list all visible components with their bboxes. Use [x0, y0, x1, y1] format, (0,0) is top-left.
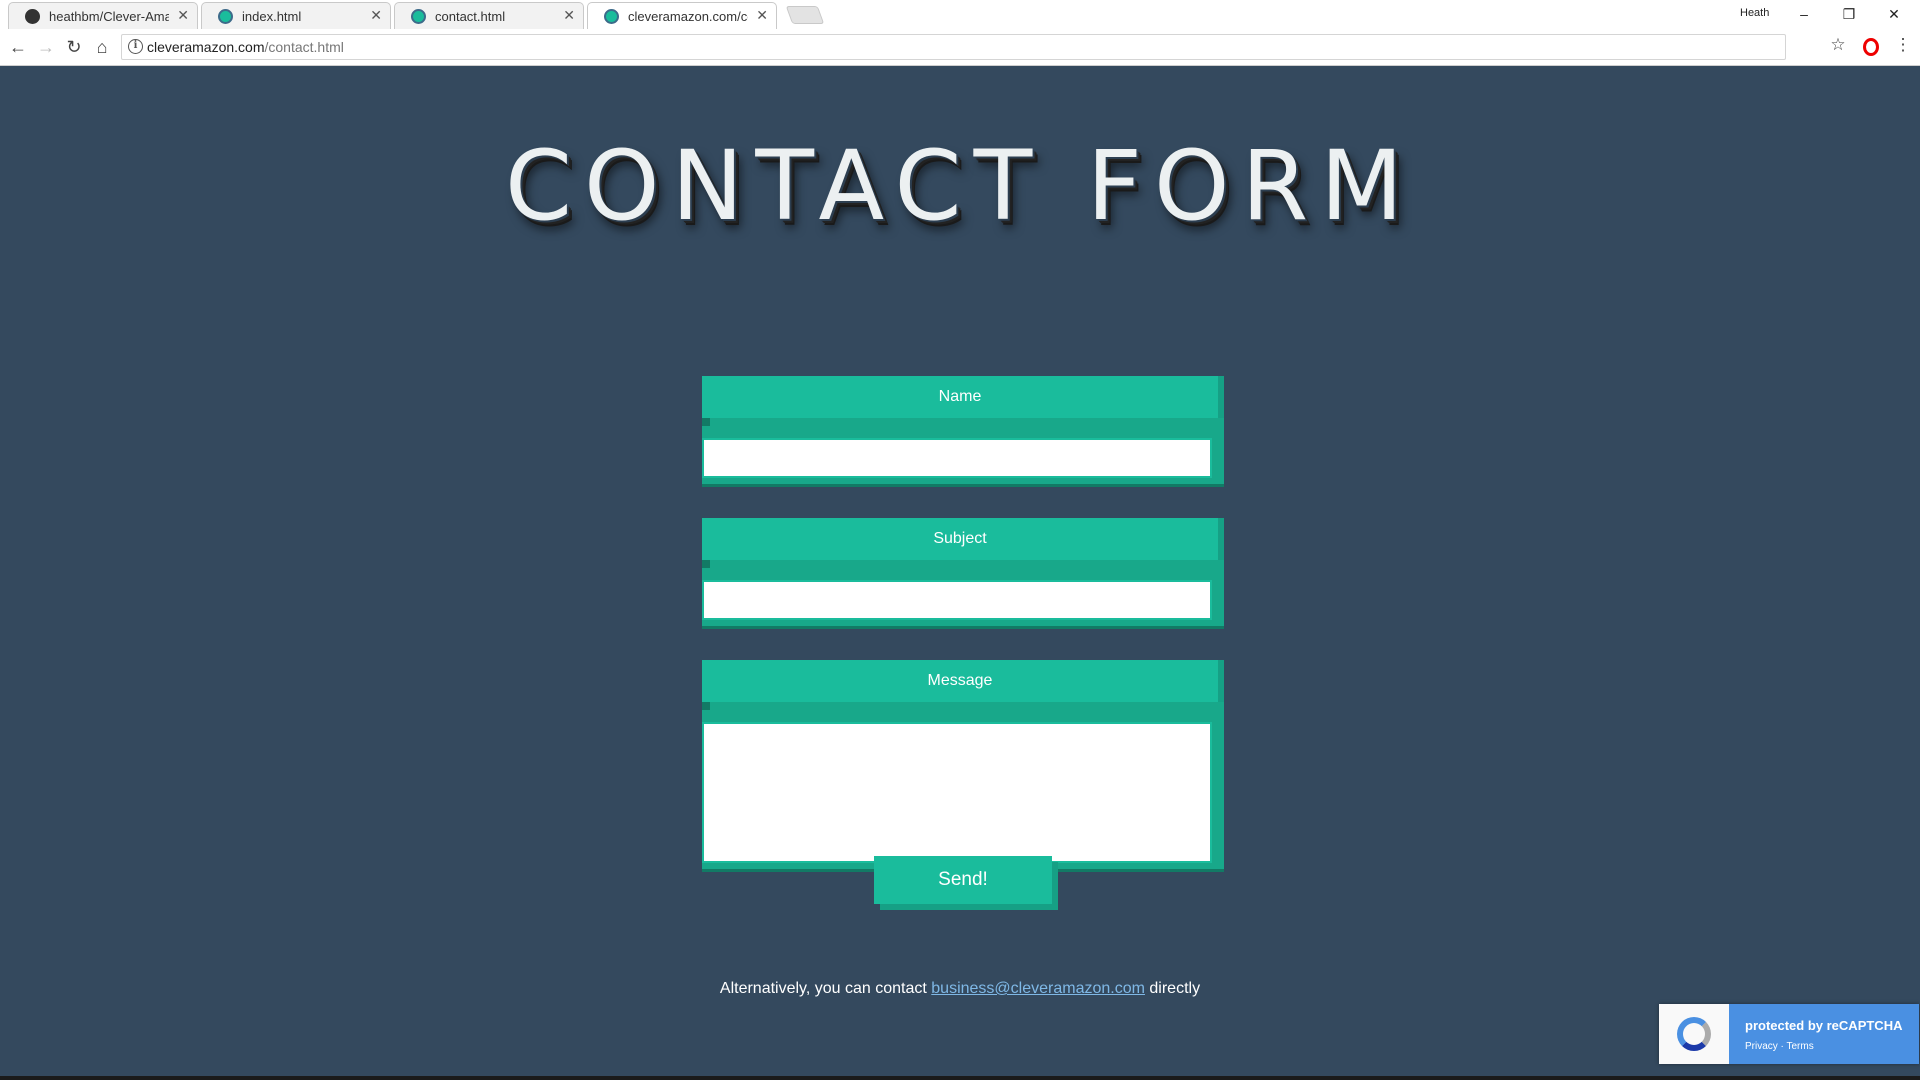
message-label: Message [702, 660, 1218, 710]
tab-title: contact.html [435, 9, 506, 24]
tab-cleveramazon-contact[interactable]: cleveramazon.com/contact.html ✕ [587, 2, 777, 29]
reload-icon[interactable]: ↻ [63, 36, 85, 58]
name-input[interactable] [702, 438, 1212, 478]
alternative-contact: Alternatively, you can contact business@… [0, 980, 1920, 998]
subject-label: Subject [702, 518, 1218, 568]
bookmark-star-icon[interactable]: ☆ [1826, 35, 1850, 55]
field-decoration [702, 560, 1224, 580]
tab-github[interactable]: heathbm/Clever-Amazon ✕ [8, 2, 198, 29]
url-text: cleveramazon.com/contact.html [147, 39, 344, 55]
recaptcha-badge[interactable]: protected by reCAPTCHA Privacy · Terms [1659, 1004, 1919, 1064]
tab-title: cleveramazon.com/contact.html [628, 9, 748, 24]
site-icon [604, 9, 619, 24]
email-link[interactable]: business@cleveramazon.com [931, 980, 1145, 997]
github-icon [25, 9, 40, 24]
field-frame [702, 580, 1224, 626]
tab-contact[interactable]: contact.html ✕ [394, 2, 584, 29]
close-tab-icon[interactable]: ✕ [756, 7, 768, 24]
taskbar-edge [0, 1076, 1920, 1080]
url-path: /contact.html [264, 39, 344, 55]
tab-title: index.html [242, 9, 302, 24]
field-frame [702, 722, 1224, 869]
alt-prefix: Alternatively, you can contact [719, 980, 932, 997]
subject-field-group: Subject [702, 518, 1224, 626]
back-icon[interactable]: ← [7, 36, 29, 58]
site-icon [218, 9, 233, 24]
address-bar[interactable]: i cleveramazon.com/contact.html [121, 34, 1786, 60]
tab-title: heathbm/Clever-Amazon [49, 9, 169, 24]
home-icon[interactable]: ⌂ [91, 36, 113, 58]
field-decoration [702, 702, 1224, 722]
close-tab-icon[interactable]: ✕ [563, 7, 575, 24]
close-tab-icon[interactable]: ✕ [177, 7, 189, 24]
opera-extension-icon[interactable] [1863, 38, 1879, 56]
recaptcha-links[interactable]: Privacy · Terms [1745, 1041, 1814, 1052]
close-window-icon[interactable]: ✕ [1874, 3, 1914, 25]
field-frame [702, 438, 1224, 484]
profile-button[interactable]: Heath [1740, 7, 1769, 19]
message-textarea[interactable] [702, 722, 1212, 863]
minimize-icon[interactable]: – [1784, 3, 1824, 25]
menu-icon[interactable]: ⋮ [1891, 35, 1915, 55]
browser-toolbar: ← → ↻ ⌂ i cleveramazon.com/contact.html … [0, 29, 1920, 66]
new-tab-button[interactable] [785, 6, 825, 24]
site-icon [411, 9, 426, 24]
close-tab-icon[interactable]: ✕ [370, 7, 382, 24]
name-field-group: Name [702, 376, 1224, 484]
recaptcha-logo-icon [1659, 1004, 1729, 1064]
subject-input[interactable] [702, 580, 1212, 620]
field-decoration [702, 418, 1224, 438]
page-title: CONTACT FORM [504, 130, 1416, 242]
tab-index[interactable]: index.html ✕ [201, 2, 391, 29]
forward-icon[interactable]: → [35, 36, 57, 58]
url-domain: cleveramazon.com [147, 39, 265, 55]
restore-icon[interactable]: ❐ [1829, 3, 1869, 25]
send-button[interactable]: Send! [874, 856, 1052, 904]
message-field-group: Message [702, 660, 1224, 869]
recaptcha-text: protected by reCAPTCHA [1745, 1018, 1903, 1033]
info-icon[interactable]: i [128, 39, 143, 54]
alt-suffix: directly [1144, 980, 1201, 997]
name-label: Name [702, 376, 1218, 426]
tab-strip: heathbm/Clever-Amazon ✕ index.html ✕ con… [0, 0, 1920, 29]
